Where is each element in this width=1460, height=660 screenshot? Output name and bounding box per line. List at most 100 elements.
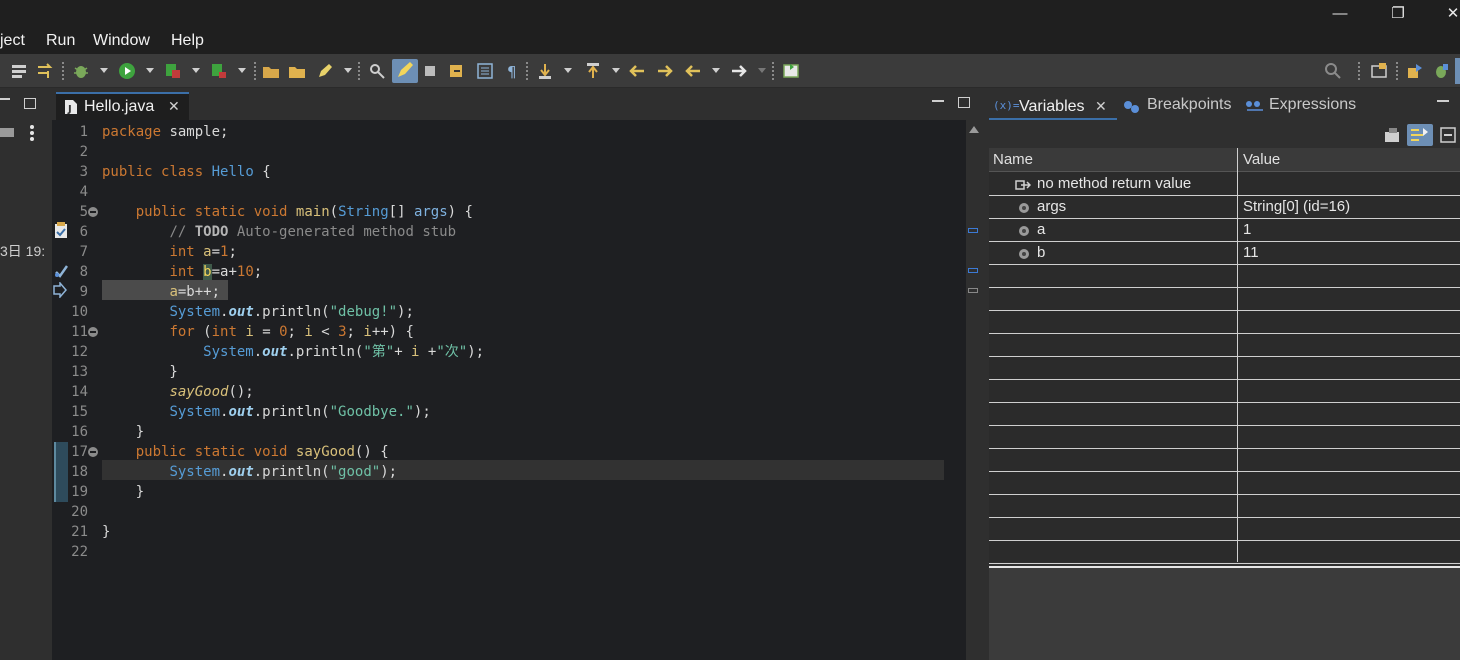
debug-perspective-icon[interactable]: [1432, 62, 1450, 80]
close-tab-icon[interactable]: ✕: [1095, 98, 1107, 115]
back-arrow-icon[interactable]: [684, 62, 702, 80]
toolbar-separator: [1358, 62, 1360, 80]
fold-toggle-icon[interactable]: [88, 447, 98, 457]
java-perspective-icon[interactable]: [1406, 62, 1424, 80]
editor-minimize-icon[interactable]: [932, 100, 944, 102]
menu-window[interactable]: Window: [93, 32, 150, 50]
line-number: 3: [79, 164, 88, 180]
expressions-icon: [1246, 101, 1263, 111]
external-tools-icon[interactable]: [210, 62, 228, 80]
run-dropdown-icon[interactable]: [146, 68, 154, 73]
external-tools-dropdown-icon[interactable]: [238, 68, 246, 73]
show-whitespace-icon[interactable]: [476, 62, 494, 80]
back-dropdown-icon[interactable]: [712, 68, 720, 73]
paragraph-icon[interactable]: ¶: [504, 62, 522, 80]
variables-icon: (x)=: [993, 99, 1020, 112]
toggle-mark-occurrences-icon[interactable]: [392, 59, 418, 83]
overview-ruler[interactable]: [966, 120, 982, 660]
variable-value: String[0] (id=16): [1243, 198, 1351, 215]
debug-dropdown-icon[interactable]: [100, 68, 108, 73]
line-number: 15: [71, 404, 88, 420]
open-console-icon[interactable]: [782, 62, 800, 80]
overview-marker[interactable]: [968, 228, 978, 233]
code-area[interactable]: 1 2 3 4 5 6 7 8 9 10 11 12 13 14 15 16 1…: [52, 120, 966, 660]
toolbar-separator: [1396, 62, 1398, 80]
table-row[interactable]: a 1: [989, 219, 1460, 242]
package-icon[interactable]: [0, 124, 16, 140]
open-perspective-icon[interactable]: [1370, 62, 1388, 80]
overview-marker[interactable]: [968, 288, 978, 293]
minimize-button[interactable]: —: [1327, 2, 1353, 26]
variable-detail-pane[interactable]: [989, 566, 1460, 660]
debug-bug-icon[interactable]: [72, 62, 90, 80]
forward-arrow-icon[interactable]: [730, 62, 748, 80]
tab-hello-java[interactable]: J Hello.java ✕: [56, 92, 189, 120]
editor-maximize-icon[interactable]: [958, 97, 970, 108]
show-logical-structure-icon[interactable]: [1407, 124, 1433, 146]
menu-project[interactable]: ject: [0, 32, 25, 50]
title-bar: — ❐ ✕: [0, 0, 1460, 28]
table-row[interactable]: no method return value: [989, 173, 1460, 196]
tab-expressions[interactable]: Expressions: [1269, 96, 1356, 114]
fold-toggle-icon[interactable]: [88, 207, 98, 217]
menu-help[interactable]: Help: [171, 32, 204, 50]
java-editor: J Hello.java ✕ 1 2 3 4 5 6 7 8 9 10 11 1…: [52, 88, 982, 660]
toolbar-separator: [358, 62, 360, 80]
table-row[interactable]: b 11: [989, 242, 1460, 265]
svg-text:J: J: [67, 104, 72, 115]
java-file-icon: J: [65, 100, 77, 115]
scroll-up-icon[interactable]: [969, 126, 979, 133]
code-line: // TODO Auto-generated method stub: [169, 224, 457, 240]
overview-marker[interactable]: [968, 268, 978, 273]
task-marker-icon[interactable]: [54, 221, 68, 239]
show-type-names-icon[interactable]: [1383, 126, 1403, 144]
tab-variables[interactable]: (x)= Variables ✕: [989, 92, 1117, 120]
step-filters-icon[interactable]: [36, 62, 54, 80]
search-icon[interactable]: [368, 62, 386, 80]
toggle-block-selection-icon[interactable]: [448, 62, 466, 80]
toggle-breadcrumb-icon[interactable]: [422, 62, 440, 80]
coverage-icon[interactable]: [164, 62, 182, 80]
minimize-icon[interactable]: [0, 98, 10, 100]
close-tab-icon[interactable]: ✕: [168, 98, 180, 115]
next-annotation-icon[interactable]: [536, 62, 554, 80]
forward-dropdown-icon[interactable]: [758, 68, 766, 73]
column-header-value[interactable]: Value: [1243, 151, 1280, 168]
tab-breakpoints[interactable]: Breakpoints: [1147, 96, 1232, 114]
view-minimize-icon[interactable]: [1437, 100, 1449, 102]
fold-toggle-icon[interactable]: [88, 327, 98, 337]
quick-access-search-icon[interactable]: [1324, 62, 1342, 80]
highlight-pen-icon[interactable]: [316, 62, 334, 80]
code-line: sayGood();: [169, 384, 254, 400]
line-number: 13: [71, 364, 88, 380]
run-icon[interactable]: [118, 62, 136, 80]
open-type-icon[interactable]: [262, 62, 280, 80]
previous-annotation-dropdown-icon[interactable]: [612, 68, 620, 73]
next-annotation-dropdown-icon[interactable]: [564, 68, 572, 73]
empty-row: [989, 449, 1460, 472]
breakpoint-check-icon[interactable]: [54, 263, 68, 279]
restore-button[interactable]: ❐: [1385, 2, 1411, 26]
empty-row: [989, 495, 1460, 518]
collapse-all-icon[interactable]: [1439, 126, 1457, 144]
open-resource-icon[interactable]: [288, 62, 306, 80]
menu-run[interactable]: Run: [46, 32, 75, 50]
line-number-gutter: 1 2 3 4 5 6 7 8 9 10 11 12 13 14 15 16 1…: [52, 120, 100, 660]
column-header-name[interactable]: Name: [993, 151, 1033, 168]
variables-toolbar: [987, 120, 1460, 148]
forward-edit-icon[interactable]: [656, 62, 674, 80]
save-all-icon[interactable]: [10, 62, 28, 80]
last-edit-location-icon[interactable]: [628, 62, 646, 80]
previous-annotation-icon[interactable]: [584, 62, 602, 80]
table-header: Name Value: [989, 148, 1460, 172]
maximize-icon[interactable]: [24, 98, 36, 109]
empty-row: [989, 403, 1460, 426]
code-line: int a=1;: [169, 244, 237, 260]
close-window-button[interactable]: ✕: [1440, 2, 1460, 26]
view-menu-icon[interactable]: [26, 124, 38, 142]
empty-row: [989, 288, 1460, 311]
coverage-dropdown-icon[interactable]: [192, 68, 200, 73]
highlight-dropdown-icon[interactable]: [344, 68, 352, 73]
line-number: 1: [79, 124, 88, 140]
table-row[interactable]: args String[0] (id=16): [989, 196, 1460, 219]
